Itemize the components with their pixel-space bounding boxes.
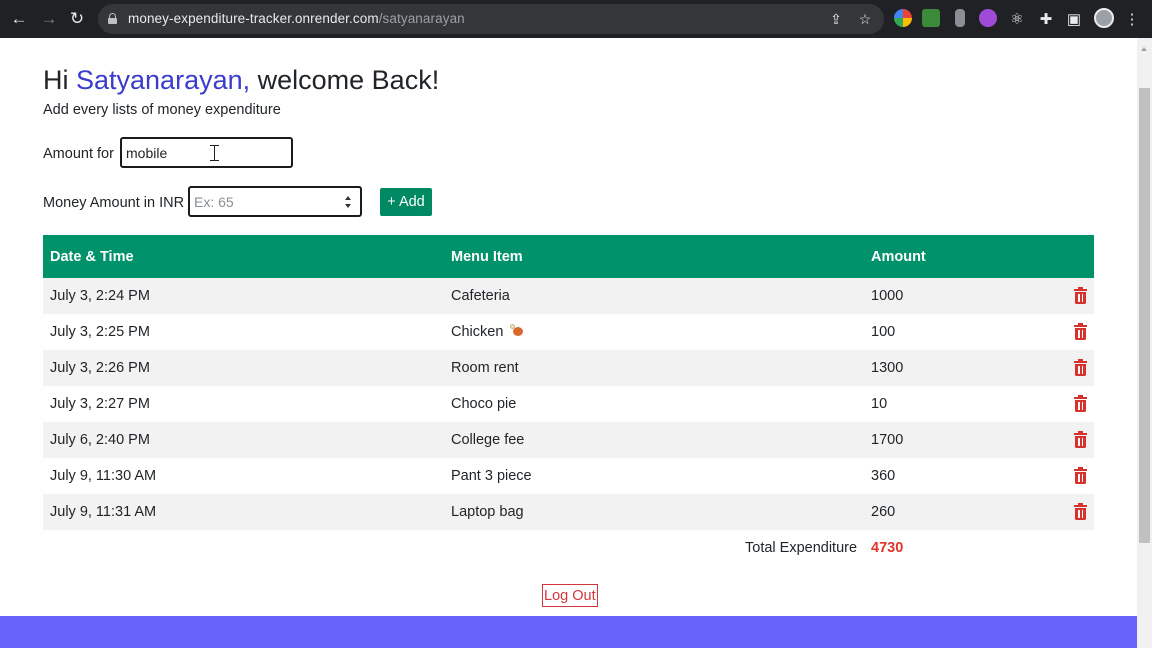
delete-icon[interactable] [1074, 359, 1087, 376]
header-item: Menu Item [451, 248, 523, 265]
header-amount: Amount [871, 248, 926, 265]
profile-avatar[interactable] [1094, 8, 1114, 28]
row-amount: 360 [871, 468, 896, 484]
chicken-leg-icon [509, 324, 524, 338]
number-spinner-icon[interactable] [343, 192, 354, 212]
table-row: July 6, 2:40 PM College fee 1700 [43, 422, 1094, 458]
table-row: July 3, 2:26 PM Room rent 1300 [43, 350, 1094, 386]
row-amount: 10 [871, 396, 888, 412]
lock-icon[interactable] [108, 13, 117, 24]
reload-icon[interactable]: ↻ [66, 8, 88, 30]
delete-icon[interactable] [1074, 395, 1087, 412]
row-datetime: July 3, 2:27 PM [50, 396, 150, 412]
page-subtitle: Add every lists of money expenditure [43, 102, 281, 118]
total-label: Total Expenditure [745, 540, 858, 556]
row-datetime: July 3, 2:25 PM [50, 324, 150, 340]
table-row: July 3, 2:24 PM Cafeteria 1000 [43, 278, 1094, 314]
row-amount: 1000 [871, 288, 904, 304]
extensions-icon[interactable]: ✚ [1036, 9, 1056, 29]
extension-tree-icon[interactable] [922, 9, 940, 27]
page-title: Hi Satyanarayan, welcome Back! [43, 65, 439, 96]
table-row: July 9, 11:30 AM Pant 3 piece 360 [43, 458, 1094, 494]
header-datetime: Date & Time [50, 248, 134, 265]
url-path: /satyanarayan [378, 11, 465, 26]
delete-icon[interactable] [1074, 287, 1087, 304]
page-scrollbar[interactable] [1137, 38, 1152, 648]
row-amount: 1700 [871, 432, 904, 448]
delete-icon[interactable] [1074, 431, 1087, 448]
row-item: College fee [451, 432, 525, 448]
extension-bottle-icon[interactable] [955, 9, 965, 27]
row-item: Pant 3 piece [451, 468, 532, 484]
greeting-prefix: Hi [43, 65, 76, 95]
back-icon[interactable]: ← [8, 8, 30, 30]
user-name: Satyanarayan, [76, 65, 251, 95]
row-item: Chicken [451, 324, 504, 340]
delete-icon[interactable] [1074, 467, 1087, 484]
table-row: July 3, 2:27 PM Choco pie 10 [43, 386, 1094, 422]
table-row: July 3, 2:25 PM Chicken 100 [43, 314, 1094, 350]
greeting-suffix: welcome Back! [250, 65, 440, 95]
delete-icon[interactable] [1074, 323, 1087, 340]
amount-label: Money Amount in INR [43, 195, 185, 211]
row-datetime: July 6, 2:40 PM [50, 432, 150, 448]
row-datetime: July 9, 11:30 AM [50, 468, 157, 484]
address-bar[interactable]: money-expenditure-tracker.onrender.com/s… [98, 4, 884, 34]
table-row: July 9, 11:31 AM Laptop bag 260 [43, 494, 1094, 530]
table-header: Date & Time Menu Item Amount [43, 235, 1094, 278]
row-item: Cafeteria [451, 288, 510, 304]
row-datetime: July 3, 2:24 PM [50, 288, 150, 304]
item-input[interactable] [120, 137, 293, 168]
scrollbar-thumb[interactable] [1139, 88, 1150, 543]
url-host: money-expenditure-tracker.onrender.com [128, 11, 379, 26]
extension-purple-icon[interactable] [979, 9, 997, 27]
row-amount: 1300 [871, 360, 904, 376]
side-panel-icon[interactable]: ▣ [1064, 9, 1084, 29]
extension-color-icon[interactable] [894, 9, 912, 27]
row-amount: 260 [871, 504, 896, 520]
browser-toolbar: ← → ↻ money-expenditure-tracker.onrender… [0, 0, 1152, 38]
total-row: Total Expenditure 4730 [43, 530, 1094, 566]
row-item: Laptop bag [451, 504, 524, 520]
url-text[interactable]: money-expenditure-tracker.onrender.com/s… [128, 11, 465, 26]
add-button[interactable]: + Add [380, 188, 432, 216]
logout-button[interactable]: Log Out [542, 584, 598, 607]
row-item: Room rent [451, 360, 519, 376]
page-content: Hi Satyanarayan, welcome Back! Add every… [0, 38, 1137, 648]
row-amount: 100 [871, 324, 896, 340]
react-devtools-icon[interactable]: ⚛ [1007, 9, 1027, 29]
amount-input[interactable] [188, 186, 362, 217]
row-item-wrap: Chicken [451, 324, 524, 340]
row-datetime: July 9, 11:31 AM [50, 504, 157, 520]
footer-bar [0, 616, 1137, 648]
share-icon[interactable]: ⇪ [827, 10, 845, 28]
text-cursor-icon [209, 145, 220, 161]
scroll-up-icon[interactable] [1141, 47, 1147, 51]
total-value: 4730 [871, 540, 904, 556]
menu-icon[interactable]: ⋮ [1122, 9, 1142, 29]
row-datetime: July 3, 2:26 PM [50, 360, 150, 376]
star-icon[interactable]: ☆ [856, 10, 874, 28]
delete-icon[interactable] [1074, 503, 1087, 520]
row-item: Choco pie [451, 396, 517, 412]
forward-icon[interactable]: → [38, 8, 60, 30]
item-label: Amount for [43, 146, 114, 162]
expenditure-table: Date & Time Menu Item Amount July 3, 2:2… [43, 235, 1094, 566]
